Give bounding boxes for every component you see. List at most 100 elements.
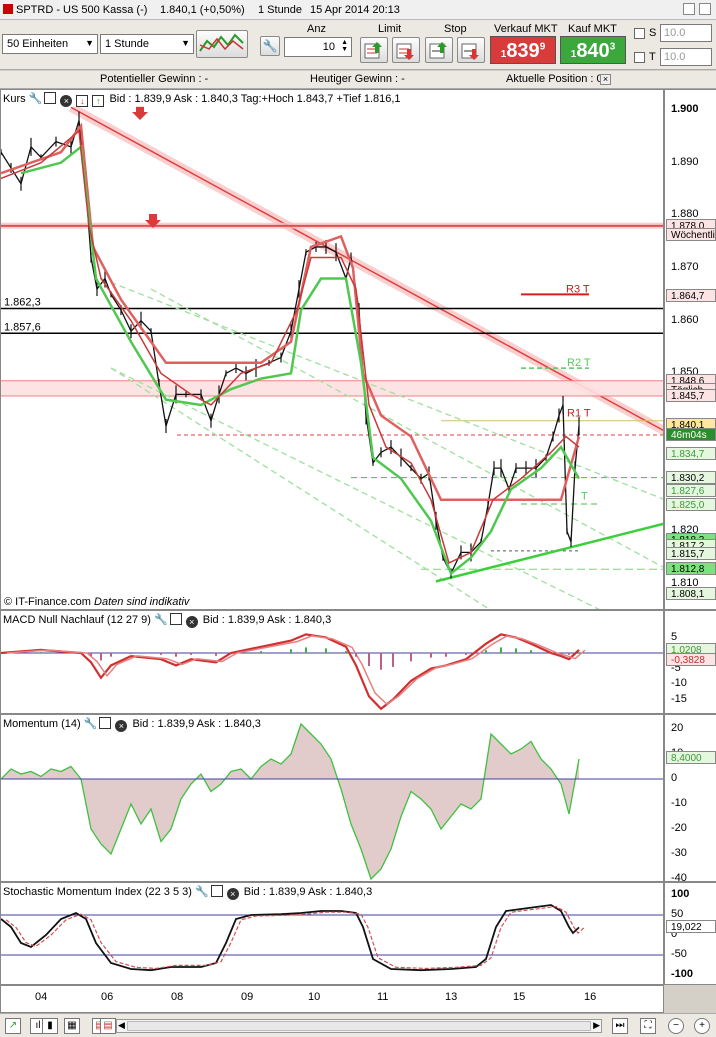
maximize-icon[interactable] [210,885,223,897]
wrench-icon[interactable]: 🔧 [29,93,43,105]
time-tick-label: 09 [241,991,254,1003]
stop-sell-button[interactable] [457,37,485,63]
macd-panel[interactable]: MACD Null Nachlauf (12 27 9) 🔧 × Bid : 1.… [0,610,664,714]
buy-price: 18403 [561,40,625,63]
close-position-icon[interactable]: × [600,74,611,85]
tools-button[interactable]: 🔧 [260,36,280,56]
close-icon[interactable]: × [226,888,239,900]
sell-label: Verkauf MKT [494,23,558,35]
limit-label: Limit [378,23,402,35]
t-input[interactable]: 10.0 [660,48,712,66]
smi-tick-label: 50 [671,908,684,920]
stop-label: Stop [444,23,467,35]
title-bar: SPTRD - US 500 Kassa (-) 1.840,1 (+0,50%… [0,0,716,20]
price-axis: 1.9001.8901.8801.8701.8601.8501.8401.830… [664,89,716,610]
zoom-out-icon[interactable]: − [668,1018,684,1034]
r3-label: R3 T [566,283,590,295]
price-tick-label: 1.890 [671,155,699,168]
stop-buy-button[interactable] [425,37,453,63]
order-toolbar: 50 Einheiten ▼ 1 Stunde ▼ 🔧 Anz 10 ▲ ▼ Li… [0,20,716,70]
maximize-icon[interactable] [99,717,112,729]
price-tag: 1.827,6 [666,484,716,498]
price-tag: 1.830,2 [666,470,716,484]
scroll-right-icon[interactable]: ▶ [593,1020,600,1031]
wrench-icon[interactable]: 🔧 [84,718,98,730]
level-label: 1.862,3 [4,297,41,309]
price-tick-label: 1.870 [671,261,699,273]
scroll-left-icon[interactable]: ◀ [118,1020,125,1031]
macd-tick-label: -10 [671,677,687,689]
limit-sell-icon [396,43,414,60]
buy-market-button[interactable]: 18403 [560,36,626,64]
last-price: 1.840,1 (+0,50%) [160,4,245,16]
t-checkbox[interactable] [634,52,645,63]
smi-tick-label: -100 [671,968,694,980]
s-input[interactable]: 10.0 [660,24,712,42]
units-select[interactable]: 50 Einheiten ▼ [2,34,98,54]
maximize-icon[interactable] [169,613,182,625]
drawing-tool-icon[interactable]: ↗ [5,1018,21,1034]
price-chart-panel[interactable]: 1.862,3 1.857,6 R3 T R2 T R1 T T Kurs 🔧 × ↓ ↑ Bi… [0,89,664,610]
time-tick-label: 15 [513,991,526,1003]
zoom-fit-icon[interactable]: ⛶ [640,1018,656,1034]
smi-tag: 19,022 [666,920,716,934]
limit-sell-button[interactable] [392,37,420,63]
daily-level-band [1,380,663,396]
units-select-value: 50 Einheiten [7,38,69,50]
close-icon[interactable]: × [60,95,73,107]
channel-mid-line [150,288,663,568]
macd-axis: 50-5-10-151,0208-0,3828 [664,610,716,714]
minimize-icon[interactable] [683,3,695,15]
lower-band-line [20,144,581,576]
grid-icon[interactable]: ▦ [64,1018,80,1034]
buy-arrow-icon[interactable]: ↑ [92,95,105,107]
wrench-icon[interactable]: 🔧 [154,614,168,626]
time-tick-label: 04 [35,991,48,1003]
time-scrollbar[interactable]: ◀ ▶ [116,1019,602,1033]
chart-type-button[interactable] [196,30,248,58]
wrench-icon: 🔧 [262,39,278,53]
smi-panel[interactable]: Stochastic Momentum Index (22 3 5 3) 🔧 × … [0,882,664,985]
s-checkbox[interactable] [634,28,645,39]
sell-arrow-icon[interactable]: ↓ [76,95,89,107]
anz-input[interactable]: 10 ▲ ▼ [284,37,352,57]
interval-select[interactable]: 1 Stunde ▼ [100,34,194,54]
momentum-tick-label: 20 [671,722,684,734]
zoom-in-icon[interactable]: + [694,1018,710,1034]
level-label: 1.857,6 [4,321,41,333]
sell-price: 18399 [491,40,555,63]
channel-lower-line [110,367,600,609]
price-tag: 1.834,7 [666,446,716,460]
momentum-panel[interactable]: Momentum (14) 🔧 × Bid : 1.839,9 Ask : 1.8… [0,714,664,882]
stop-sell-icon [461,43,479,60]
price-tag: 1.815,7 [666,546,716,560]
momentum-chart[interactable] [1,715,664,882]
jump-to-end-icon[interactable]: ⏭ [612,1018,628,1034]
limit-buy-button[interactable] [360,37,388,63]
candlestick-icon[interactable]: ▮ [42,1018,58,1034]
momentum-tick-label: -40 [671,872,687,882]
chevron-down-icon: ▼ [85,38,94,48]
close-icon[interactable]: × [115,720,128,732]
close-icon[interactable] [699,3,711,15]
close-icon[interactable]: × [185,616,198,628]
price-tag: 1.812,8 [666,562,716,576]
price-chart[interactable]: 1.862,3 1.857,6 R3 T R2 T R1 T T [1,90,664,610]
sell-market-button[interactable]: 18399 [490,36,556,64]
chart-type-icon [199,33,244,52]
smi-tick-label: 100 [671,888,690,900]
stepper-icon[interactable]: ▲ ▼ [341,39,348,53]
time-axis: 04 06 08 09 10 11 13 15 16 [0,985,664,1013]
time-tick-label: 13 [445,991,458,1003]
wrench-icon[interactable]: 🔧 [195,886,209,898]
momentum-area [1,724,579,879]
r1-label: R1 T [567,408,591,420]
trade-history-icon[interactable]: ▤ [100,1018,116,1034]
smi-panel-quote: Bid : 1.839,9 Ask : 1.840,3 [243,886,373,898]
t-input-value: 10.0 [664,51,686,63]
scroll-thumb[interactable] [127,1021,591,1031]
maximize-icon[interactable] [44,92,57,104]
macd-line [1,633,580,711]
interval-select-value: 1 Stunde [105,38,150,50]
momentum-tick-label: -10 [671,797,687,809]
